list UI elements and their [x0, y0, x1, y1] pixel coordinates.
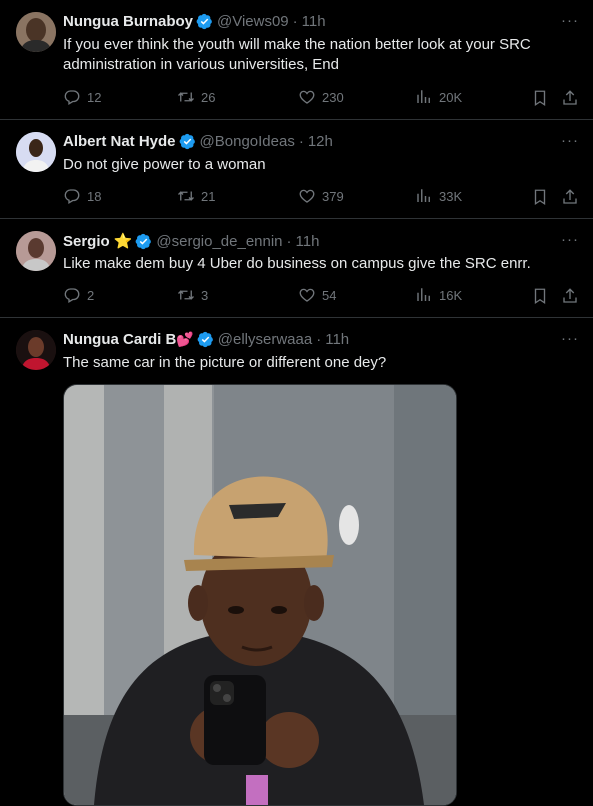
views-button[interactable]: 20K	[415, 88, 462, 106]
like-button[interactable]: 379	[298, 187, 344, 205]
action-bar: 2 3 54 16K	[63, 286, 583, 306]
reply-icon	[63, 88, 81, 106]
view-count: 20K	[439, 89, 463, 105]
timestamp[interactable]: 11h	[302, 13, 326, 30]
author-name[interactable]: Albert Nat Hyde	[63, 133, 176, 150]
bookmark-icon[interactable]	[531, 188, 549, 206]
like-count: 379	[322, 188, 344, 204]
reply-button[interactable]: 12	[63, 88, 101, 106]
tweet-text: If you ever think the youth will make th…	[63, 36, 531, 73]
tweet-text: Like make dem buy 4 Uber do business on …	[63, 255, 531, 272]
author-name[interactable]: Nungua Burnaboy	[63, 13, 193, 30]
avatar[interactable]	[16, 330, 56, 370]
avatar[interactable]	[16, 231, 56, 271]
separator: ·	[292, 13, 298, 30]
timestamp[interactable]: 11h	[325, 331, 349, 348]
reply-button[interactable]: 18	[63, 187, 101, 205]
avatar[interactable]	[16, 12, 56, 52]
action-bar: 18 21 379 33K	[63, 187, 583, 207]
photo-image	[64, 385, 456, 805]
like-icon	[298, 88, 316, 106]
tweet[interactable]: Nungua Burnaboy @Views09 · 11h ··· If yo…	[0, 0, 593, 120]
share-icon[interactable]	[561, 287, 579, 305]
reply-icon	[63, 286, 81, 304]
timestamp[interactable]: 11h	[296, 233, 320, 250]
tweet-text: Do not give power to a woman	[63, 156, 266, 173]
separator: ·	[298, 133, 304, 150]
views-icon	[415, 286, 433, 304]
verified-badge-icon	[179, 133, 196, 150]
repost-icon	[177, 286, 195, 304]
timestamp[interactable]: 12h	[308, 133, 333, 150]
like-button[interactable]: 54	[298, 286, 336, 304]
share-icon[interactable]	[561, 89, 579, 107]
avatar-image	[16, 132, 56, 172]
reply-count: 18	[87, 188, 102, 204]
views-button[interactable]: 16K	[415, 286, 462, 304]
tweet-photo[interactable]	[63, 384, 457, 806]
repost-icon	[177, 187, 195, 205]
like-count: 54	[322, 287, 337, 303]
views-icon	[415, 88, 433, 106]
star-emoji-icon: ⭐	[113, 233, 133, 250]
verified-badge-icon	[197, 331, 214, 348]
view-count: 33K	[439, 188, 463, 204]
like-count: 230	[322, 89, 344, 105]
author-handle[interactable]: @sergio_de_ennin	[156, 233, 282, 250]
verified-badge-icon	[196, 13, 213, 30]
author-name[interactable]: Nungua Cardi B	[63, 331, 176, 348]
reply-icon	[63, 187, 81, 205]
avatar-image	[16, 231, 56, 271]
tweet[interactable]: Sergio ⭐ @sergio_de_ennin · 11h ··· Like…	[0, 219, 593, 318]
verified-badge-icon	[135, 233, 152, 250]
more-options-button[interactable]: ···	[561, 132, 579, 149]
avatar[interactable]	[16, 132, 56, 172]
repost-icon	[177, 88, 195, 106]
repost-button[interactable]: 21	[177, 187, 215, 205]
reply-button[interactable]: 2	[63, 286, 94, 304]
share-icon[interactable]	[561, 188, 579, 206]
repost-count: 21	[201, 188, 216, 204]
like-button[interactable]: 230	[298, 88, 344, 106]
like-icon	[298, 187, 316, 205]
action-bar: 12 26 230 20K	[63, 88, 583, 108]
avatar-image	[16, 330, 56, 370]
repost-count: 3	[201, 287, 209, 303]
more-options-button[interactable]: ···	[561, 231, 579, 248]
more-options-button[interactable]: ···	[561, 12, 579, 29]
repost-button[interactable]: 3	[177, 286, 208, 304]
repost-button[interactable]: 26	[177, 88, 215, 106]
author-handle[interactable]: @ellyserwaaa	[218, 331, 312, 348]
views-icon	[415, 187, 433, 205]
more-options-button[interactable]: ···	[561, 330, 579, 347]
hearts-emoji-icon: 💕	[176, 331, 194, 347]
views-button[interactable]: 33K	[415, 187, 462, 205]
separator: ·	[316, 331, 322, 348]
tweet[interactable]: Albert Nat Hyde @BongoIdeas · 12h ··· Do…	[0, 120, 593, 219]
author-handle[interactable]: @Views09	[217, 13, 289, 30]
bookmark-icon[interactable]	[531, 287, 549, 305]
bookmark-icon[interactable]	[531, 89, 549, 107]
repost-count: 26	[201, 89, 216, 105]
reply-count: 2	[87, 287, 95, 303]
reply-count: 12	[87, 89, 102, 105]
separator: ·	[286, 232, 292, 250]
like-icon	[298, 286, 316, 304]
view-count: 16K	[439, 287, 463, 303]
author-name[interactable]: Sergio	[63, 233, 110, 250]
tweet-text: The same car in the picture or different…	[63, 354, 387, 371]
avatar-image	[16, 12, 56, 52]
author-handle[interactable]: @BongoIdeas	[200, 133, 295, 150]
